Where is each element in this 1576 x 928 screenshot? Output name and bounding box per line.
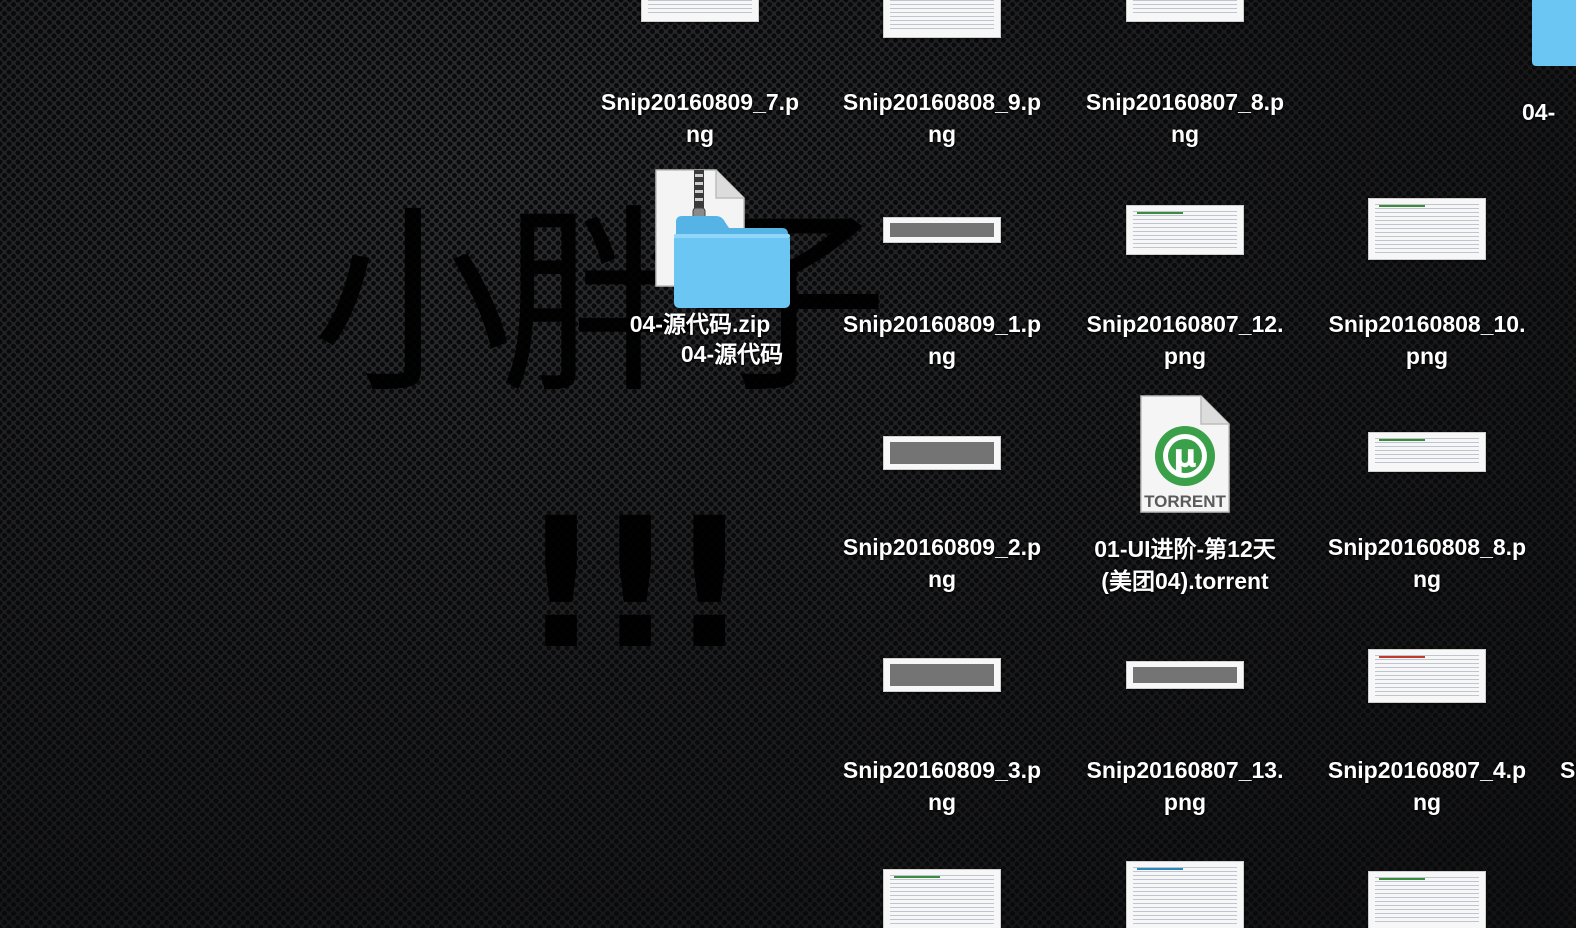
- file-name-label: Snip20160808_8.p ng: [1327, 534, 1527, 592]
- desktop-file-row5-col3[interactable]: [1307, 871, 1547, 928]
- file-name-label: Snip20160808_9.p ng: [842, 89, 1042, 147]
- desktop-file-partial-right[interactable]: S: [1556, 754, 1576, 794]
- file-name-label: Snip20160809_7.p ng: [600, 89, 800, 147]
- desktop-folder-04-partial[interactable]: 04-: [1496, 0, 1576, 140]
- image-thumbnail-icon: [1126, 861, 1244, 928]
- image-thumbnail-icon: [883, 658, 1001, 692]
- image-thumbnail-icon: [641, 0, 759, 22]
- file-name-label: 04-源代码.zip: [629, 311, 771, 337]
- desktop-file-row5-col2[interactable]: [1065, 861, 1305, 928]
- file-name-label: Snip20160809_3.p ng: [842, 757, 1042, 815]
- file-name-label: Snip20160807_4.p ng: [1327, 757, 1527, 815]
- image-thumbnail-icon: [883, 436, 1001, 470]
- image-thumbnail-icon: [883, 217, 1001, 243]
- file-name-label: Snip20160807_8.p ng: [1085, 89, 1285, 147]
- image-thumbnail-icon: [1368, 432, 1486, 472]
- file-name-label: 01-UI进阶-第12天 (美团04).torrent: [1094, 536, 1276, 594]
- image-thumbnail-icon: [883, 0, 1001, 38]
- torrent-badge: TORRENT: [1144, 492, 1226, 511]
- image-thumbnail-icon: [1368, 198, 1486, 260]
- folder-icon: [1532, 0, 1576, 66]
- image-thumbnail-icon: [1126, 661, 1244, 689]
- file-name-label: Snip20160808_10. png: [1328, 311, 1526, 369]
- file-name-label: Snip20160807_12. png: [1086, 311, 1284, 369]
- torrent-file-icon: µ TORRENT: [1139, 394, 1231, 514]
- image-thumbnail-icon: [1126, 205, 1244, 255]
- image-thumbnail-icon: [1126, 0, 1244, 22]
- file-name-label: Snip20160807_13. png: [1086, 757, 1284, 815]
- file-name-label: S: [1560, 757, 1576, 783]
- file-name-label: 04-源代码: [680, 341, 784, 367]
- wallpaper-exclamation: !!!: [520, 480, 750, 689]
- utorrent-logo-icon: µ: [1173, 437, 1197, 475]
- image-thumbnail-icon: [1368, 649, 1486, 703]
- desktop-file-row5-col1[interactable]: [822, 869, 1062, 928]
- file-name-label: Snip20160809_1.p ng: [842, 311, 1042, 369]
- folder-icon: [674, 216, 790, 308]
- image-thumbnail-icon: [1368, 871, 1486, 928]
- file-name-label: Snip20160809_2.p ng: [842, 534, 1042, 592]
- file-name-label: 04-: [1522, 99, 1556, 125]
- image-thumbnail-icon: [883, 869, 1001, 928]
